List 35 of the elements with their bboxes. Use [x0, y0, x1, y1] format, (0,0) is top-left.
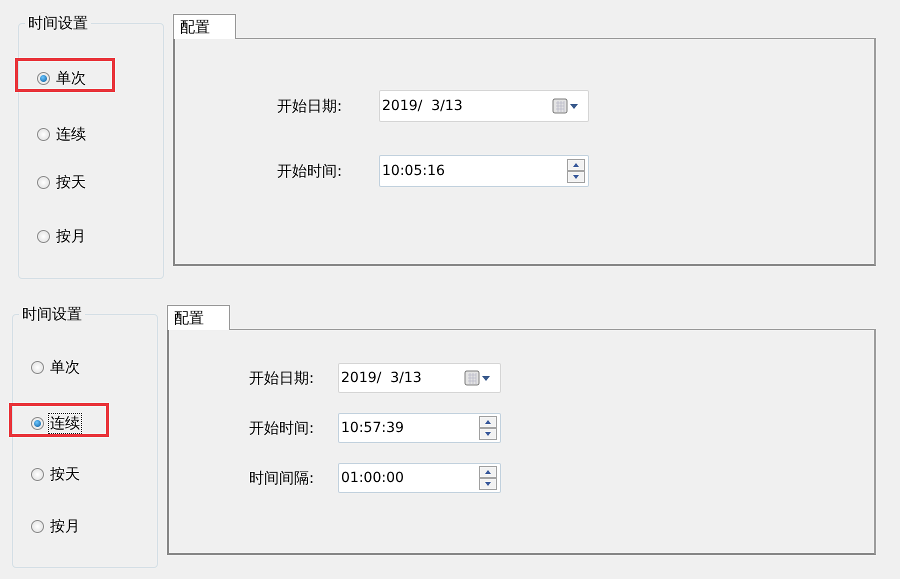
radio-label[interactable]: 按月: [54, 226, 88, 246]
radio-button[interactable]: [31, 360, 44, 374]
field-label: 开始日期:: [277, 96, 344, 116]
tab[interactable]: 配置: [173, 14, 236, 39]
radio-label[interactable]: 按月: [48, 516, 82, 536]
field-label: 开始时间:: [277, 162, 344, 180]
calendar-dropdown-icon[interactable]: [552, 98, 580, 114]
radio-button[interactable]: [31, 520, 44, 532]
calendar-dropdown-icon[interactable]: [464, 370, 492, 386]
tab[interactable]: 配置: [167, 305, 230, 330]
radio-label[interactable]: 按天: [54, 172, 88, 192]
radio-label[interactable]: 按天: [48, 464, 82, 484]
group-title: 时间设置: [19, 304, 85, 324]
spinner-icon[interactable]: [479, 416, 497, 440]
radio-button[interactable]: [31, 468, 44, 480]
date-picker[interactable]: 2019/ 3/13: [338, 363, 501, 393]
time-field[interactable]: 01:00:00: [338, 463, 501, 493]
time-field[interactable]: 10:57:39: [338, 413, 501, 443]
spinner-icon[interactable]: [567, 159, 585, 183]
radio-button[interactable]: [37, 72, 50, 84]
radio-button[interactable]: [31, 416, 44, 430]
radio-label[interactable]: 连续: [48, 412, 82, 434]
radio-label[interactable]: 单次: [54, 68, 88, 88]
radio-label[interactable]: 单次: [48, 356, 82, 378]
field-label: 开始时间:: [249, 418, 316, 438]
field-label: 时间间隔:: [249, 468, 316, 488]
radio-button[interactable]: [37, 128, 50, 140]
date-picker[interactable]: 2019/ 3/13: [379, 90, 589, 122]
radio-label[interactable]: 连续: [54, 124, 88, 144]
time-field[interactable]: 10:05:16: [379, 155, 589, 187]
radio-button[interactable]: [37, 176, 50, 188]
group-title: 时间设置: [25, 13, 91, 33]
spinner-icon[interactable]: [479, 466, 497, 490]
radio-button[interactable]: [37, 230, 50, 242]
field-label: 开始日期:: [249, 368, 316, 388]
